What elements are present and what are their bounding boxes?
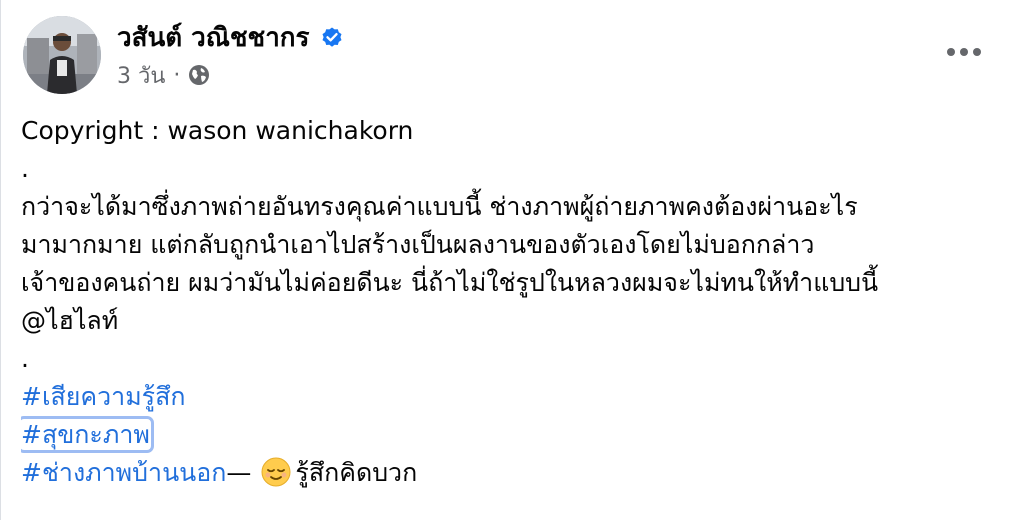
hashtag-link[interactable]: #ช่างภาพบ้านนอก [21, 458, 226, 487]
separator-dot: . [21, 154, 29, 183]
verified-badge-icon [322, 27, 341, 47]
paragraph-line: @ไฮไลท์ [21, 306, 119, 335]
feeling-line: #ช่างภาพบ้านนอก— รู้สึกคิดบวก [21, 454, 1011, 492]
hashtag-link[interactable]: #เสียความรู้สึก [21, 382, 186, 411]
more-options-icon-dot [960, 48, 968, 56]
meta-separator: · [173, 62, 181, 88]
avatar-photo [23, 16, 101, 94]
post-timestamp[interactable]: 3 วัน [117, 58, 165, 93]
more-options-icon-dot [973, 48, 981, 56]
post-meta: 3 วัน · [117, 60, 210, 90]
author-row: วสันต์ วณิชชากร [117, 20, 344, 54]
paragraph-line: มามากมาย แต่กลับถูกนำเอาไปสร้างเป็นผลงาน… [21, 230, 815, 259]
paragraph-line: กว่าจะได้มาซึ่งภาพถ่ายอันทรงคุณค่าแบบนี้… [21, 192, 858, 221]
author-avatar[interactable] [23, 16, 101, 94]
hashtag-link-focused[interactable]: #สุขกะภาพ [21, 416, 154, 453]
feeling-text: รู้สึกคิดบวก [295, 458, 418, 487]
author-name[interactable]: วสันต์ วณิชชากร [117, 17, 310, 58]
copyright-line: Copyright : wason wanichakorn [21, 116, 414, 145]
post-body: Copyright : wason wanichakorn . กว่าจะได… [21, 112, 1011, 492]
more-options-icon [947, 48, 955, 56]
post-card: วสันต์ วณิชชากร 3 วัน · Copyright : waso… [0, 0, 1028, 520]
separator-dot: . [21, 344, 29, 373]
paragraph-line: เจ้าของคนถ่าย ผมว่ามันไม่ค่อยดีนะ นี่ถ้า… [21, 268, 879, 297]
more-options-button[interactable] [944, 36, 984, 68]
globe-icon[interactable] [188, 64, 210, 86]
feeling-dash: — [226, 458, 252, 487]
relieved-face-emoji [261, 457, 291, 487]
